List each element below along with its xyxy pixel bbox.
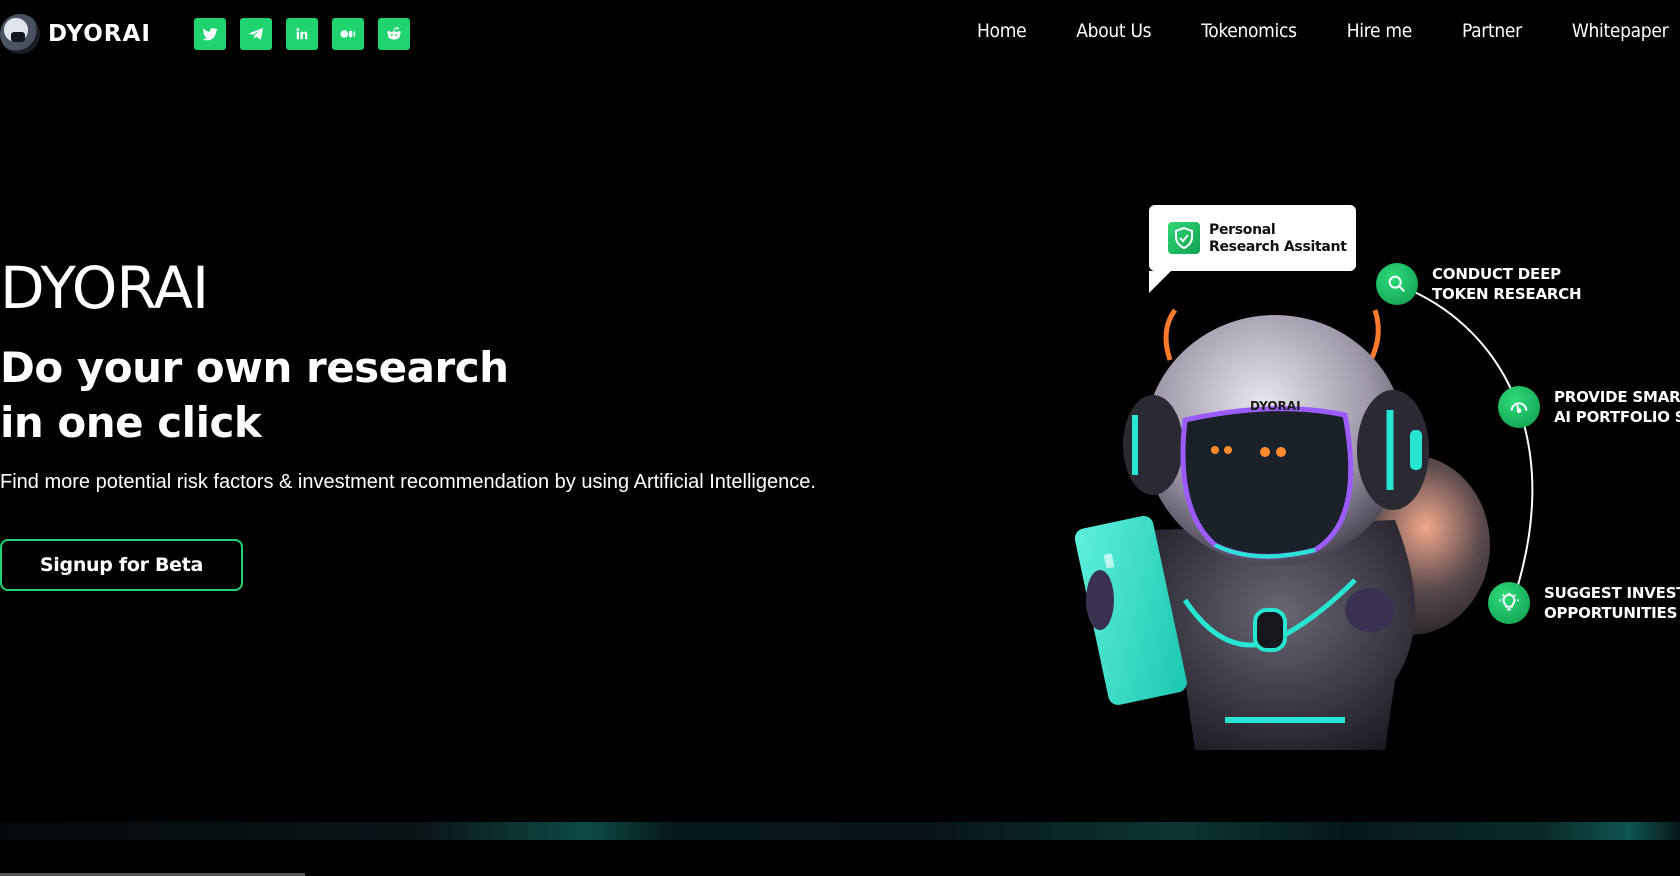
nav-about-us[interactable]: About Us — [1076, 20, 1151, 42]
reddit-link[interactable] — [378, 18, 410, 50]
nav-hire-me[interactable]: Hire me — [1347, 20, 1413, 42]
search-icon — [1388, 275, 1406, 293]
gauge-icon — [1510, 402, 1528, 414]
hero-subtitle-line1: Do your own research — [0, 343, 509, 392]
medium-link[interactable] — [332, 18, 364, 50]
feature-token-research: CONDUCT DEEP TOKEN RESEARCH — [1376, 263, 1582, 305]
feature-3-line1: SUGGEST INVESTMENT — [1544, 584, 1680, 602]
nav-tokenomics[interactable]: Tokenomics — [1201, 20, 1297, 42]
hero-subtitle-line2: in one click — [0, 398, 262, 447]
nav-home[interactable]: Home — [977, 20, 1027, 42]
telegram-link[interactable] — [240, 18, 272, 50]
main-nav: Home About Us Tokenomics Hire me Partner… — [977, 20, 1680, 42]
shield-icon — [1168, 222, 1200, 254]
social-links — [194, 18, 410, 50]
nav-whitepaper[interactable]: Whitepaper — [1572, 20, 1669, 42]
robot-logo-icon — [0, 14, 40, 54]
logo-text: DYORAI — [48, 21, 151, 47]
feature-portfolio-score: PROVIDE SMART AI PORTFOLIO SCORE — [1498, 386, 1680, 428]
section-divider-banner — [0, 822, 1680, 840]
hero-subtitle: Do your own research in one click — [0, 340, 509, 450]
bubble-line2: Research Assitant — [1209, 239, 1347, 255]
logo[interactable]: DYORAI — [0, 14, 151, 54]
personal-assistant-bubble: Personal Research Assitant — [1149, 205, 1356, 293]
robot-illustration: DYORAI — [1075, 308, 1490, 750]
bubble-line1: Personal — [1209, 222, 1276, 238]
twitter-link[interactable] — [194, 18, 226, 50]
medium-icon — [340, 30, 356, 38]
linkedin-link[interactable] — [286, 18, 318, 50]
telegram-icon — [248, 28, 264, 40]
feature-2-line2: AI PORTFOLIO SCORE — [1554, 408, 1680, 426]
feature-1-line2: TOKEN RESEARCH — [1432, 285, 1582, 303]
hero-description: Find more potential risk factors & inves… — [0, 471, 816, 493]
hero-title: DYORAI — [0, 254, 209, 322]
reddit-icon — [387, 27, 401, 40]
feature-2-line1: PROVIDE SMART — [1554, 388, 1680, 406]
robot-badge-text: DYORAI — [1250, 399, 1301, 413]
nav-partner[interactable]: Partner — [1462, 20, 1522, 42]
signup-beta-button[interactable]: Signup for Beta — [0, 539, 243, 591]
linkedin-icon — [296, 28, 308, 40]
feature-1-line1: CONDUCT DEEP — [1432, 265, 1561, 283]
lightbulb-icon — [1499, 592, 1519, 611]
feature-3-line2: OPPORTUNITIES — [1544, 604, 1678, 622]
feature-investment-opportunities: SUGGEST INVESTMENT OPPORTUNITIES — [1488, 582, 1680, 624]
twitter-icon — [202, 27, 218, 41]
